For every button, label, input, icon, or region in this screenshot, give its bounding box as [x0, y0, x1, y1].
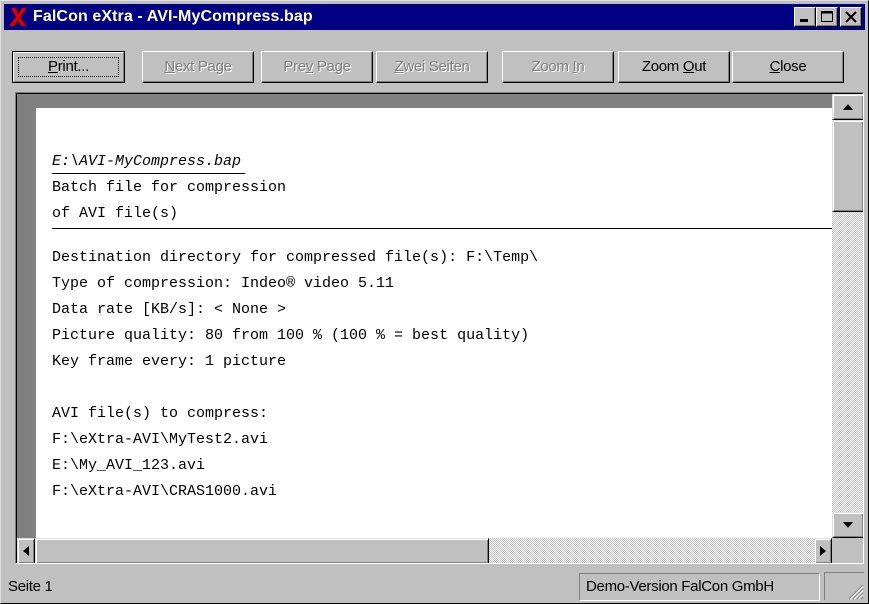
- setting-data-rate: Data rate [KB/s]: < None >: [52, 301, 287, 318]
- prev-page-label-pre: Pre: [283, 58, 306, 75]
- status-page: Seite 1: [8, 578, 53, 595]
- maximize-button[interactable]: [816, 7, 838, 27]
- arrow-down-icon: [843, 522, 853, 528]
- zoom-out-label-mnemonic: O: [682, 58, 695, 75]
- prev-page-label-post: Page: [312, 58, 351, 75]
- horizontal-scrollbar[interactable]: [17, 538, 832, 563]
- zoom-out-button[interactable]: Zoom Out: [618, 51, 730, 83]
- scroll-up-button[interactable]: [832, 94, 863, 120]
- close-window-button[interactable]: [840, 7, 862, 27]
- status-bar: Seite 1 Demo-Version FalCon GmbH: [4, 572, 866, 602]
- maximize-icon: [821, 11, 833, 22]
- zwei-seiten-label-mnemonic: Z: [394, 58, 404, 75]
- file-item: F:\eXtra-AVI\CRAS1000.avi: [52, 483, 278, 500]
- horizontal-scroll-thumb[interactable]: [35, 538, 489, 563]
- print-button[interactable]: Print...: [12, 51, 125, 83]
- scroll-left-button[interactable]: [17, 538, 35, 563]
- zoom-out-label-pre: Zoom: [641, 58, 683, 75]
- toolbar: Print... Next Page Prev Page Zwei Seiten…: [12, 51, 862, 83]
- scroll-down-button[interactable]: [832, 512, 863, 538]
- document-filename: E:\AVI-MyCompress.bap: [52, 151, 246, 174]
- app-window: FalCon eXtra - AVI-MyCompress.bap Print.…: [0, 0, 869, 604]
- arrow-left-icon: [23, 546, 29, 556]
- resize-grip[interactable]: [824, 572, 864, 600]
- zoom-in-label-pre: Zoom: [531, 58, 573, 75]
- status-info: Demo-Version FalCon GmbH: [579, 573, 820, 601]
- setting-key-frame: Key frame every: 1 picture: [52, 353, 287, 370]
- minimize-button[interactable]: [794, 7, 816, 27]
- header-line: of AVI file(s): [52, 205, 179, 222]
- close-label-mnemonic: C: [769, 58, 781, 75]
- vertical-scroll-thumb[interactable]: [832, 120, 863, 212]
- setting-compression-type: Type of compression: Indeo® video 5.11: [52, 275, 395, 292]
- close-icon: [845, 11, 857, 23]
- next-page-label-mnemonic: N: [164, 58, 175, 75]
- zwei-seiten-label-post: wei Seiten: [403, 58, 470, 75]
- next-page-button[interactable]: Next Page: [142, 51, 254, 83]
- setting-destination: Destination directory for compressed fil…: [52, 249, 539, 266]
- arrow-up-icon: [843, 104, 853, 110]
- minimize-icon: [800, 19, 808, 22]
- file-item: E:\My_AVI_123.avi: [52, 457, 206, 474]
- red-x-icon[interactable]: [7, 6, 29, 28]
- document-header: E:\AVI-MyCompress.bap Batch file for com…: [52, 149, 832, 229]
- document-content: E:\AVI-MyCompress.bap Batch file for com…: [52, 149, 832, 505]
- vertical-scrollbar[interactable]: [832, 94, 863, 538]
- scroll-right-button[interactable]: [814, 538, 832, 563]
- header-line: Batch file for compression: [52, 179, 287, 196]
- zoom-out-label-post: ut: [694, 58, 707, 75]
- close-button[interactable]: Close: [732, 51, 844, 83]
- resize-grip-icon: [848, 584, 864, 600]
- preview-viewport: E:\AVI-MyCompress.bap Batch file for com…: [15, 92, 864, 564]
- setting-picture-quality: Picture quality: 80 from 100 % (100 % = …: [52, 327, 530, 344]
- window-title: FalCon eXtra - AVI-MyCompress.bap: [33, 8, 313, 25]
- files-heading: AVI file(s) to compress:: [52, 405, 269, 422]
- preview-area: E:\AVI-MyCompress.bap Batch file for com…: [17, 94, 832, 538]
- prev-page-button[interactable]: Prev Page: [261, 51, 373, 83]
- prev-page-label-mnemonic: v: [305, 58, 314, 75]
- file-item: F:\eXtra-AVI\MyTest2.avi: [52, 431, 269, 448]
- close-label-post: lose: [780, 58, 807, 75]
- arrow-right-icon: [820, 546, 826, 556]
- zwei-seiten-button[interactable]: Zwei Seiten: [376, 51, 488, 83]
- next-page-label-post: ext Page: [174, 58, 232, 75]
- zoom-in-label-post: n: [576, 58, 585, 75]
- zoom-in-button[interactable]: Zoom In: [502, 51, 614, 83]
- status-info-text: Demo-Version FalCon GmbH: [586, 578, 774, 595]
- title-bar[interactable]: FalCon eXtra - AVI-MyCompress.bap: [4, 4, 865, 30]
- scroll-corner: [832, 538, 863, 563]
